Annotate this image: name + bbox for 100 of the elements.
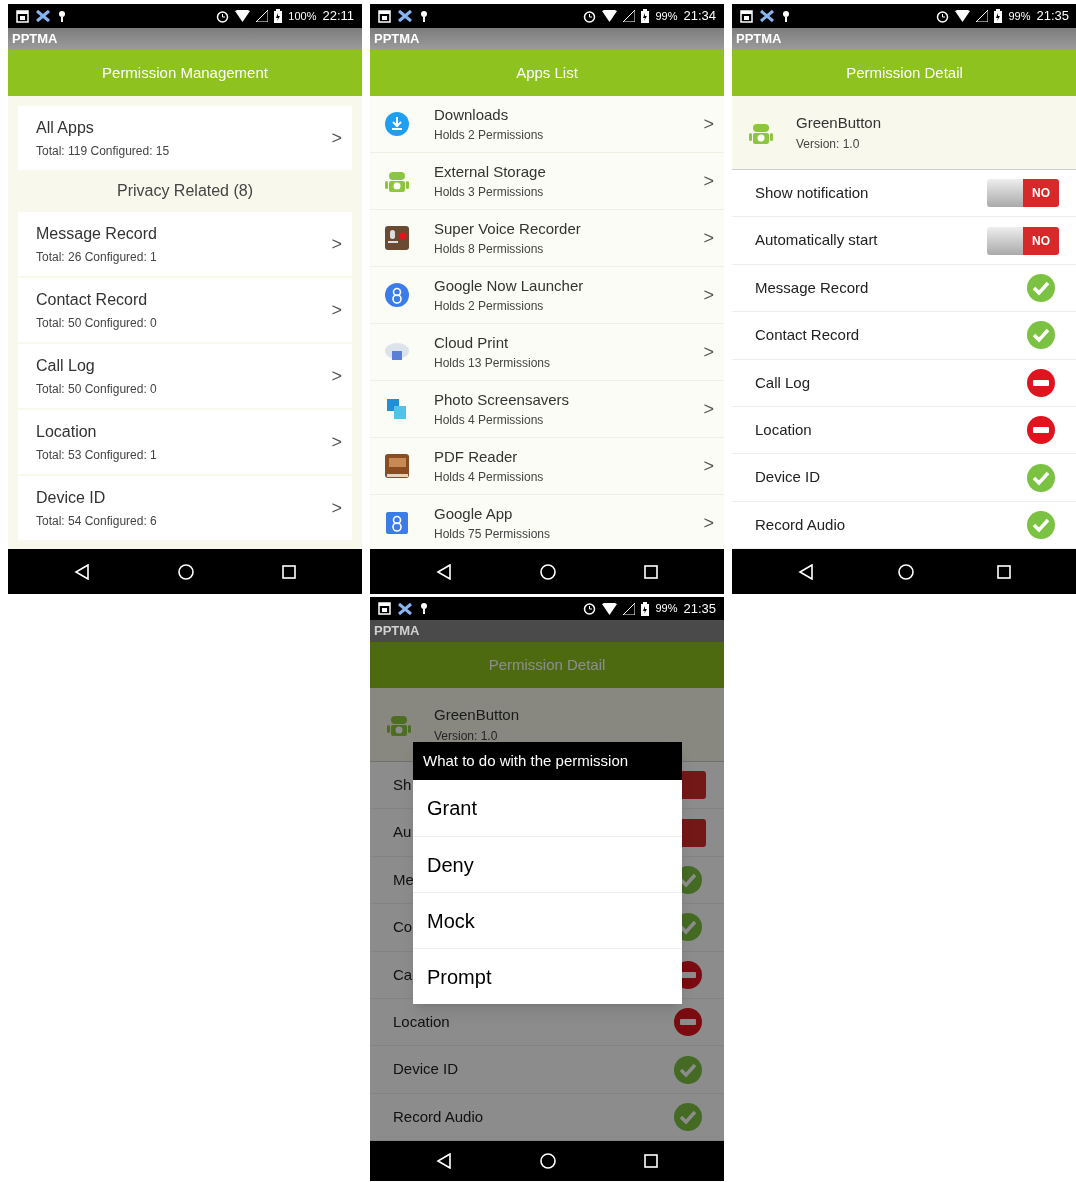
battery-icon (994, 9, 1003, 23)
app-name: PDF Reader (434, 446, 519, 467)
alarm-icon (583, 602, 597, 615)
list-item[interactable]: Message Record Total: 26 Configured: 1 > (18, 212, 352, 276)
permission-label: Record Audio (755, 514, 846, 535)
app-list-item[interactable]: Downloads Holds 2 Permissions > (370, 96, 724, 153)
chevron-arrow: > (703, 112, 715, 136)
permission-count: Holds 75 Permissions (434, 526, 552, 544)
battery-percentage: 99% (655, 8, 678, 24)
microphone-icon (384, 225, 410, 251)
app-list-item[interactable]: Cloud Print Holds 13 Permissions > (370, 324, 724, 381)
back-icon (436, 563, 452, 580)
permission-label: Ca (393, 964, 413, 985)
app-list-item[interactable]: Google Now Launcher Holds 2 Permissions > (370, 267, 724, 324)
dialog-option[interactable]: Mock (413, 892, 682, 948)
alarm-icon (216, 9, 230, 23)
permission-label: Location (393, 1011, 450, 1032)
item-title: Contact Record (36, 290, 149, 310)
battery-percentage: 99% (655, 601, 678, 617)
home-icon (178, 563, 194, 580)
recents-icon (997, 564, 1011, 579)
signal-icon (623, 10, 636, 22)
home-icon (897, 563, 914, 580)
app-version: Version: 1.0 (434, 727, 499, 745)
dialog-option[interactable]: Deny (413, 836, 682, 892)
wifi-icon (602, 602, 618, 615)
chevron-arrow: > (703, 283, 715, 307)
app-list-item[interactable]: PDF Reader Holds 4 Permissions > (370, 438, 724, 495)
list-item[interactable]: Contact Record Total: 50 Configured: 0 > (18, 278, 352, 342)
screen-title-bar: Permission Management (8, 50, 362, 96)
battery-icon (274, 9, 283, 23)
app-name-bar: PPTMA (732, 28, 1076, 50)
app-list-item[interactable]: Google App Holds 75 Permissions > (370, 495, 724, 549)
signal-icon (623, 602, 636, 615)
book-icon (384, 453, 410, 479)
app-name: Downloads (434, 104, 510, 125)
list-item[interactable]: Device ID Total: 54 Configured: 6 > (18, 476, 352, 540)
chevron-arrow: > (703, 397, 715, 421)
permission-label: Co (393, 917, 413, 938)
app-list-item[interactable]: External Storage Holds 3 Permissions > (370, 153, 724, 210)
app-list-item[interactable]: Photo Screensavers Holds 4 Permissions > (370, 381, 724, 438)
permission-label: Record Audio (393, 1106, 484, 1127)
permission-label: Sh (393, 774, 412, 795)
permission-count: Holds 4 Permissions (434, 469, 545, 487)
chevron-arrow: > (703, 226, 715, 250)
permission-label: Location (755, 419, 812, 440)
app-list-item[interactable]: Super Voice Recorder Holds 8 Permissions > (370, 210, 724, 267)
tools-icon (35, 9, 51, 23)
calendar-icon (378, 9, 391, 23)
section-heading: Privacy Related (8) (116, 181, 253, 201)
back-icon (436, 1153, 452, 1169)
item-title: Call Log (36, 356, 96, 376)
item-summary: Total: 50 Configured: 0 (36, 381, 158, 398)
item-summary: Total: 119 Configured: 15 (36, 143, 171, 160)
item-summary: Total: 50 Configured: 0 (36, 315, 158, 332)
chevron-arrow: > (703, 511, 715, 535)
chevron-arrow: > (703, 169, 715, 193)
list-item[interactable]: Location Total: 53 Configured: 1 > (18, 410, 352, 474)
permission-label: Contact Record (755, 325, 860, 346)
item-summary: Total: 26 Configured: 1 (36, 249, 158, 266)
chevron-arrow: > (703, 454, 715, 478)
battery-icon (641, 601, 650, 616)
calendar-icon (16, 9, 29, 23)
item-title: Location (36, 422, 98, 442)
app-name: External Storage (434, 161, 547, 182)
calendar-icon (740, 9, 753, 23)
permission-label: Device ID (393, 1059, 459, 1080)
item-summary: Total: 54 Configured: 6 (36, 513, 158, 530)
battery-percentage: 99% (1008, 8, 1031, 24)
app-name: Google App (434, 503, 514, 524)
app-name: Super Voice Recorder (434, 218, 582, 239)
dialog-option[interactable]: Prompt (413, 948, 682, 1004)
tools-icon (397, 601, 413, 616)
list-item[interactable]: Call Log Total: 50 Configured: 0 > (18, 344, 352, 408)
battery-icon (641, 9, 650, 23)
tools-icon (397, 9, 413, 23)
permission-count: Holds 4 Permissions (434, 412, 545, 430)
permission-label: Show notification (755, 182, 869, 203)
recents-icon (644, 1154, 658, 1168)
google-icon (384, 510, 410, 536)
dialog-option[interactable]: Grant (413, 780, 682, 836)
alarm-icon (583, 9, 597, 23)
chevron-arrow: > (331, 298, 343, 322)
permission-label: Device ID (755, 467, 821, 488)
alarm-icon (936, 9, 950, 23)
permission-label: Au (393, 822, 412, 843)
recents-icon (282, 564, 296, 579)
app-name-bar: PPTMA (8, 28, 362, 50)
app-name: GreenButton (796, 113, 882, 134)
download-icon (384, 111, 410, 137)
permission-count: Holds 13 Permissions (434, 355, 552, 373)
clock-time: 21:35 (1036, 7, 1069, 26)
clock-time: 22:11 (322, 7, 354, 26)
item-title: Device ID (36, 488, 107, 508)
app-version: Version: 1.0 (796, 135, 861, 153)
chevron-arrow: > (331, 232, 343, 256)
list-item[interactable]: All Apps Total: 119 Configured: 15 > (18, 106, 352, 170)
permission-label: Message Record (755, 277, 869, 298)
wifi-icon (955, 10, 971, 22)
permission-label: Me (393, 869, 414, 890)
